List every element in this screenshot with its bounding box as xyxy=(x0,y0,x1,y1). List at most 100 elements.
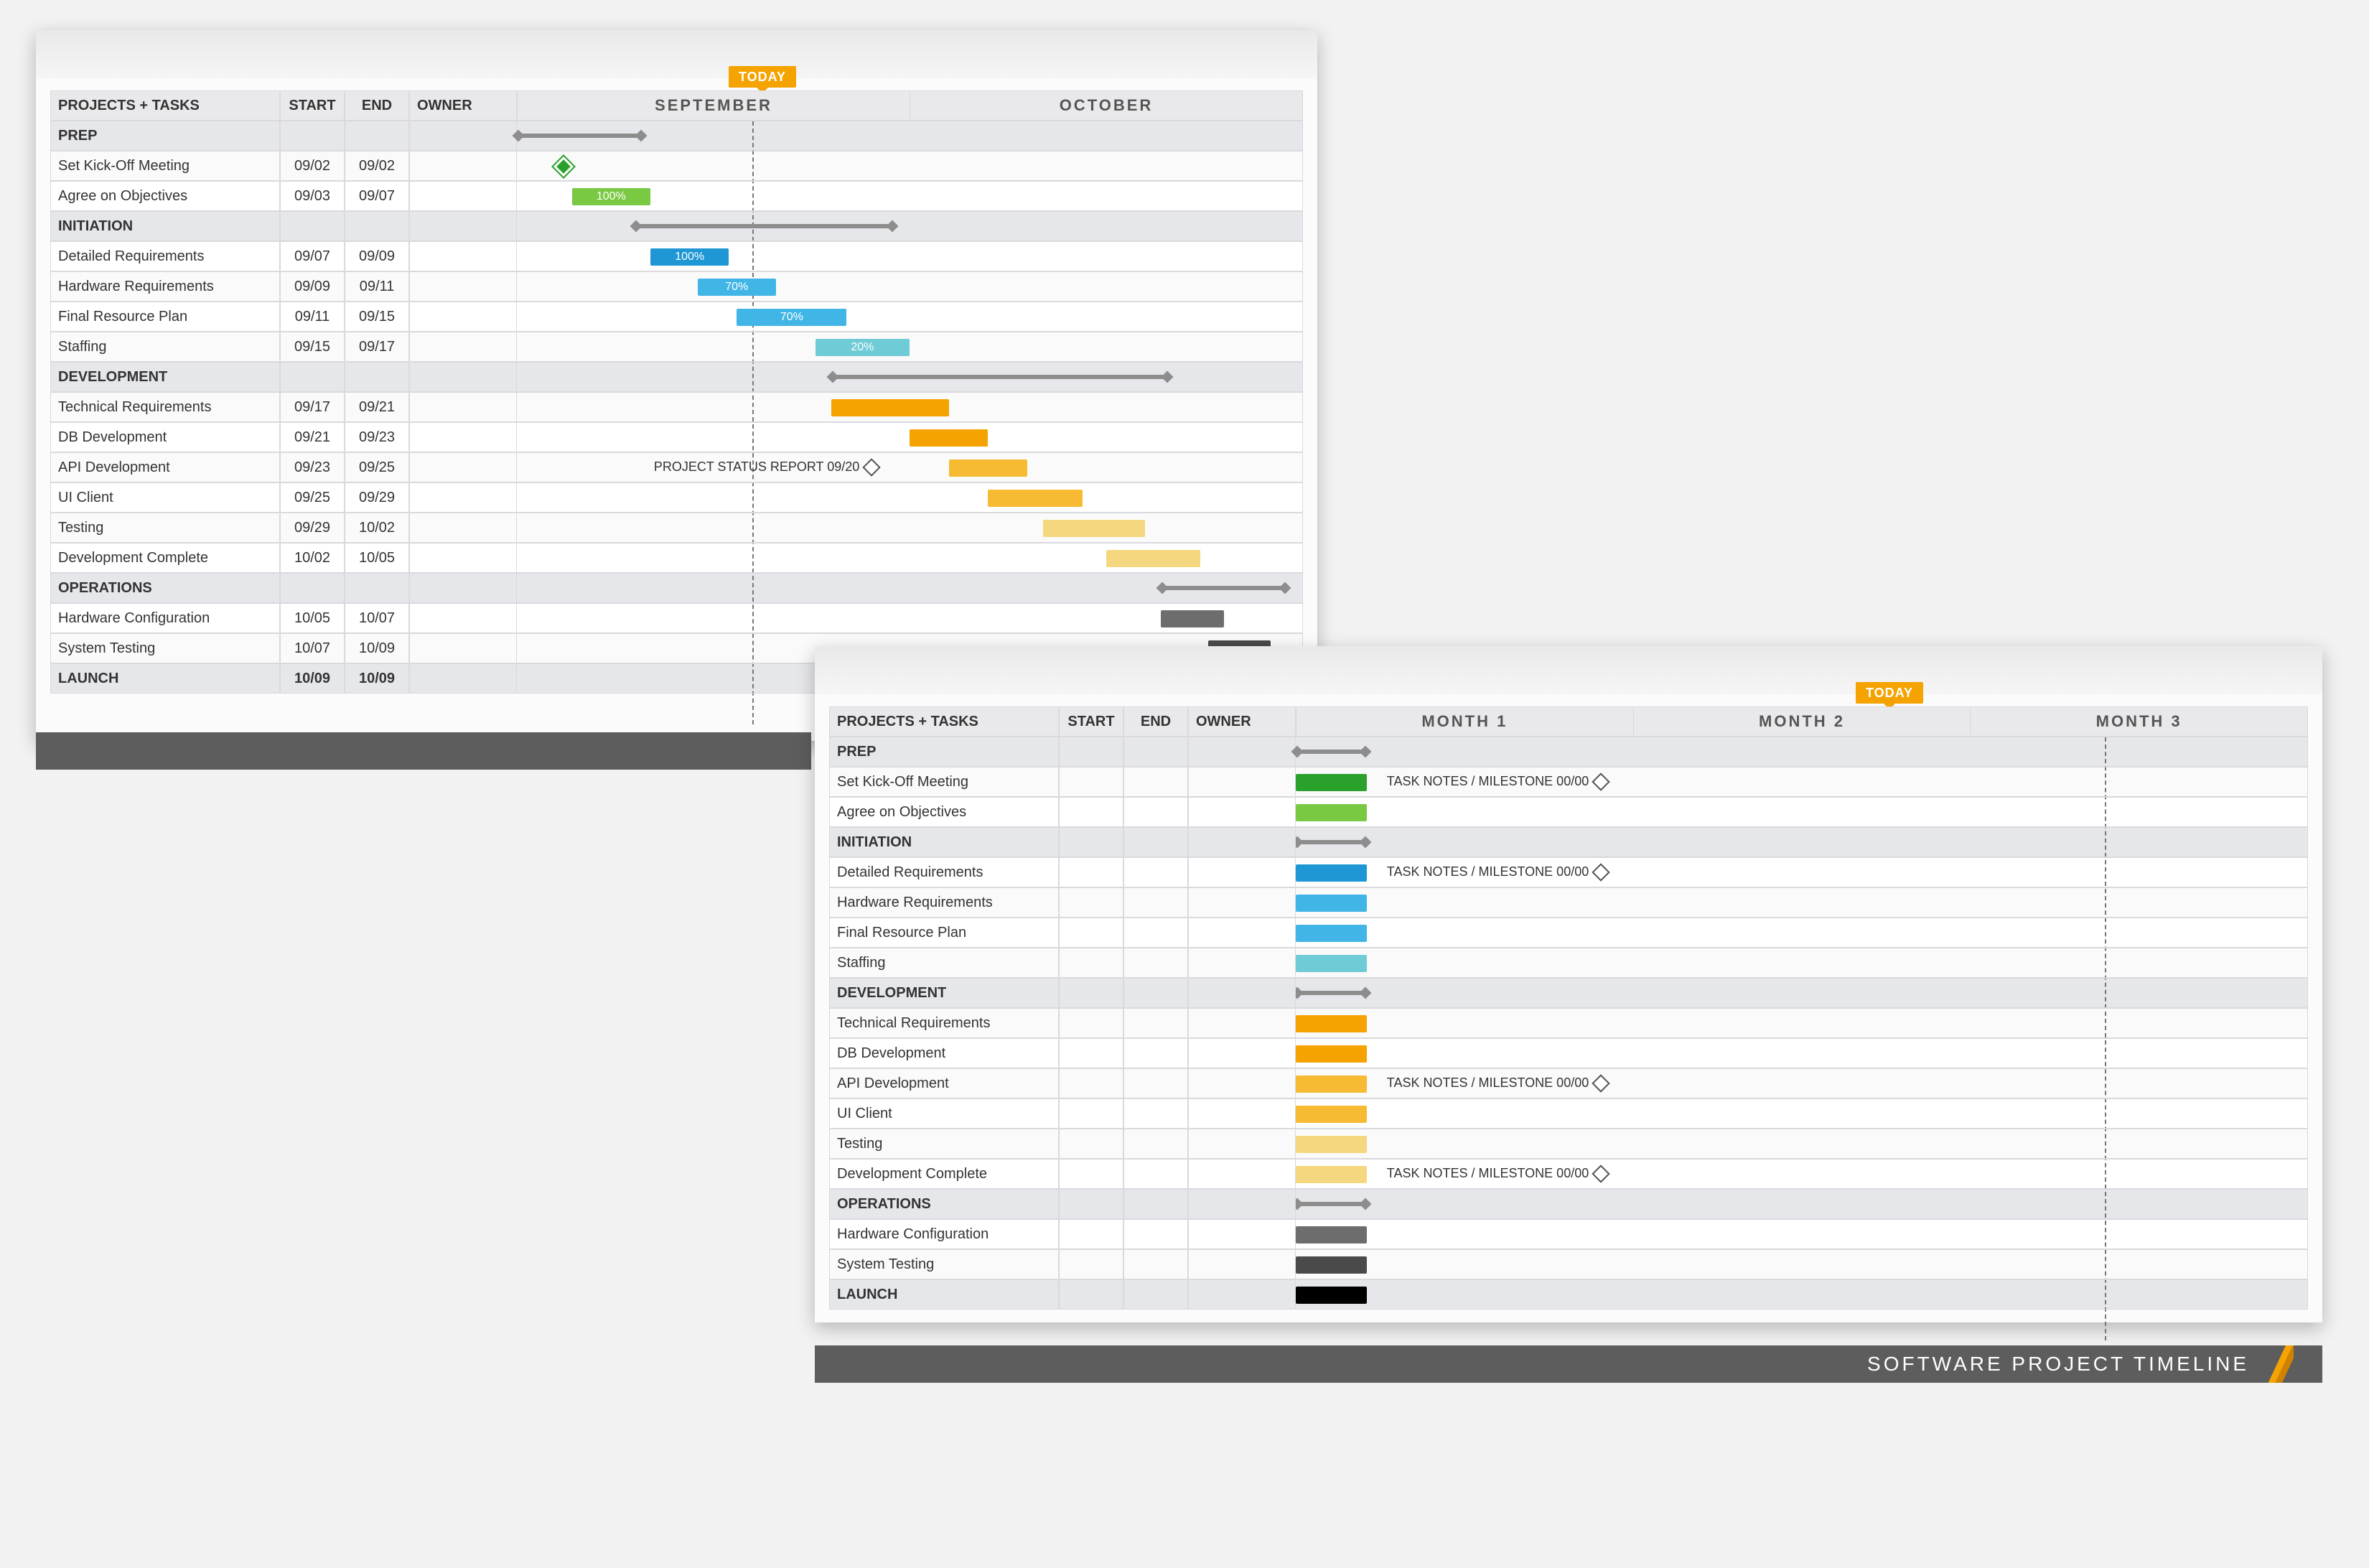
task-bar[interactable] xyxy=(1296,1136,1367,1153)
task-start xyxy=(1059,1159,1123,1189)
task-name: Technical Requirements xyxy=(829,1008,1059,1038)
task-bar[interactable] xyxy=(1296,1015,1367,1032)
task-bar[interactable]: 100% xyxy=(650,248,729,266)
task-owner xyxy=(409,151,517,181)
task-row[interactable]: Final Resource Plan09/1109/1570% xyxy=(50,302,1303,332)
task-row[interactable]: Staffing xyxy=(829,948,2308,978)
task-row[interactable]: Technical Requirements09/1709/21 xyxy=(50,392,1303,422)
task-row[interactable]: UI Client09/2509/29 xyxy=(50,482,1303,513)
task-row[interactable]: Hardware Configuration xyxy=(829,1219,2308,1249)
task-bar[interactable] xyxy=(1296,895,1367,912)
task-bar[interactable] xyxy=(1296,1045,1367,1063)
task-owner xyxy=(409,241,517,271)
task-row[interactable]: Testing xyxy=(829,1129,2308,1159)
task-end xyxy=(1123,918,1188,948)
task-row[interactable]: Hardware Requirements09/0909/1170% xyxy=(50,271,1303,302)
task-row[interactable]: Set Kick-Off MeetingTASK NOTES / MILESTO… xyxy=(829,767,2308,797)
section-row[interactable]: OPERATIONS xyxy=(50,573,1303,603)
section-row[interactable]: PREP xyxy=(50,121,1303,151)
task-row[interactable]: Detailed Requirements09/0709/09100% xyxy=(50,241,1303,271)
task-bar[interactable] xyxy=(831,399,949,416)
section-row[interactable]: PREP xyxy=(829,737,2308,767)
gantt-cell: 70% xyxy=(517,271,1303,302)
task-bar[interactable] xyxy=(988,490,1082,507)
task-bar[interactable] xyxy=(1296,1226,1367,1243)
task-bar[interactable] xyxy=(1296,804,1367,821)
task-name: Final Resource Plan xyxy=(50,302,280,332)
task-name: OPERATIONS xyxy=(829,1189,1059,1219)
section-row[interactable]: DEVELOPMENT xyxy=(50,362,1303,392)
task-name: Set Kick-Off Meeting xyxy=(829,767,1059,797)
gantt-cell xyxy=(517,211,1303,241)
task-row[interactable]: Development Complete10/0210/05 xyxy=(50,543,1303,573)
gantt-cell xyxy=(1296,797,2308,827)
task-end xyxy=(1123,1189,1188,1219)
task-start xyxy=(1059,948,1123,978)
task-row[interactable]: Development CompleteTASK NOTES / MILESTO… xyxy=(829,1159,2308,1189)
summary-bar xyxy=(1296,1202,1367,1206)
task-row[interactable]: Hardware Configuration10/0510/07 xyxy=(50,603,1303,633)
gantt-cell xyxy=(1296,1189,2308,1219)
task-bar[interactable] xyxy=(1296,774,1367,791)
task-bar[interactable]: 70% xyxy=(737,309,846,326)
summary-bar xyxy=(1296,750,1367,754)
task-end: 09/11 xyxy=(345,271,409,302)
task-owner xyxy=(1188,797,1296,827)
task-bar[interactable] xyxy=(1296,1166,1367,1183)
section-row[interactable]: OPERATIONS xyxy=(829,1189,2308,1219)
task-row[interactable]: Technical Requirements xyxy=(829,1008,2308,1038)
task-row[interactable]: UI Client xyxy=(829,1098,2308,1129)
diamond-icon xyxy=(1592,863,1610,881)
task-bar[interactable]: 20% xyxy=(816,339,910,356)
task-bar[interactable] xyxy=(949,459,1027,477)
task-row[interactable]: DB Development xyxy=(829,1038,2308,1068)
task-bar[interactable] xyxy=(1296,1287,1367,1304)
task-row[interactable]: Hardware Requirements xyxy=(829,887,2308,918)
task-bar[interactable] xyxy=(1296,1256,1367,1274)
task-bar[interactable] xyxy=(1161,610,1224,627)
task-row[interactable]: Agree on Objectives09/0309/07100% xyxy=(50,181,1303,211)
gantt-cell: TASK NOTES / MILESTONE 00/00 xyxy=(1296,1068,2308,1098)
today-flag: TODAY xyxy=(729,66,796,88)
milestone-icon[interactable] xyxy=(553,157,574,177)
section-row[interactable]: LAUNCH xyxy=(829,1279,2308,1310)
task-bar[interactable] xyxy=(1296,1075,1367,1093)
task-row[interactable]: Agree on Objectives xyxy=(829,797,2308,827)
task-row[interactable]: Staffing09/1509/1720% xyxy=(50,332,1303,362)
task-name: PREP xyxy=(829,737,1059,767)
gantt-cell xyxy=(1296,1038,2308,1068)
task-name: API Development xyxy=(50,452,280,482)
task-row[interactable]: DB Development09/2109/23 xyxy=(50,422,1303,452)
summary-bar xyxy=(1296,991,1367,995)
task-bar[interactable] xyxy=(1106,550,1200,567)
task-bar[interactable] xyxy=(910,429,988,447)
task-bar[interactable] xyxy=(1296,955,1367,972)
col-start: START xyxy=(1059,706,1123,737)
task-start: 09/09 xyxy=(280,271,345,302)
task-bar[interactable] xyxy=(1296,864,1367,882)
task-bar[interactable] xyxy=(1043,520,1145,537)
task-row[interactable]: Detailed RequirementsTASK NOTES / MILEST… xyxy=(829,857,2308,887)
task-start: 09/07 xyxy=(280,241,345,271)
gantt-cell xyxy=(1296,887,2308,918)
task-row[interactable]: Set Kick-Off Meeting09/0209/02 xyxy=(50,151,1303,181)
task-row[interactable]: System Testing xyxy=(829,1249,2308,1279)
task-owner xyxy=(1188,1279,1296,1310)
task-end xyxy=(1123,1159,1188,1189)
task-bar[interactable] xyxy=(1296,1106,1367,1123)
task-name: UI Client xyxy=(50,482,280,513)
task-row[interactable]: Final Resource Plan xyxy=(829,918,2308,948)
section-row[interactable]: INITIATION xyxy=(50,211,1303,241)
task-start: 10/09 xyxy=(280,663,345,694)
section-row[interactable]: INITIATION xyxy=(829,827,2308,857)
task-owner xyxy=(1188,1038,1296,1068)
task-row[interactable]: Testing09/2910/02 xyxy=(50,513,1303,543)
task-row[interactable]: API Development09/2309/25PROJECT STATUS … xyxy=(50,452,1303,482)
task-owner xyxy=(1188,767,1296,797)
task-bar[interactable]: 100% xyxy=(572,188,650,205)
task-end xyxy=(1123,1098,1188,1129)
task-bar[interactable] xyxy=(1296,925,1367,942)
task-bar[interactable]: 70% xyxy=(698,279,776,296)
section-row[interactable]: DEVELOPMENT xyxy=(829,978,2308,1008)
task-row[interactable]: API DevelopmentTASK NOTES / MILESTONE 00… xyxy=(829,1068,2308,1098)
